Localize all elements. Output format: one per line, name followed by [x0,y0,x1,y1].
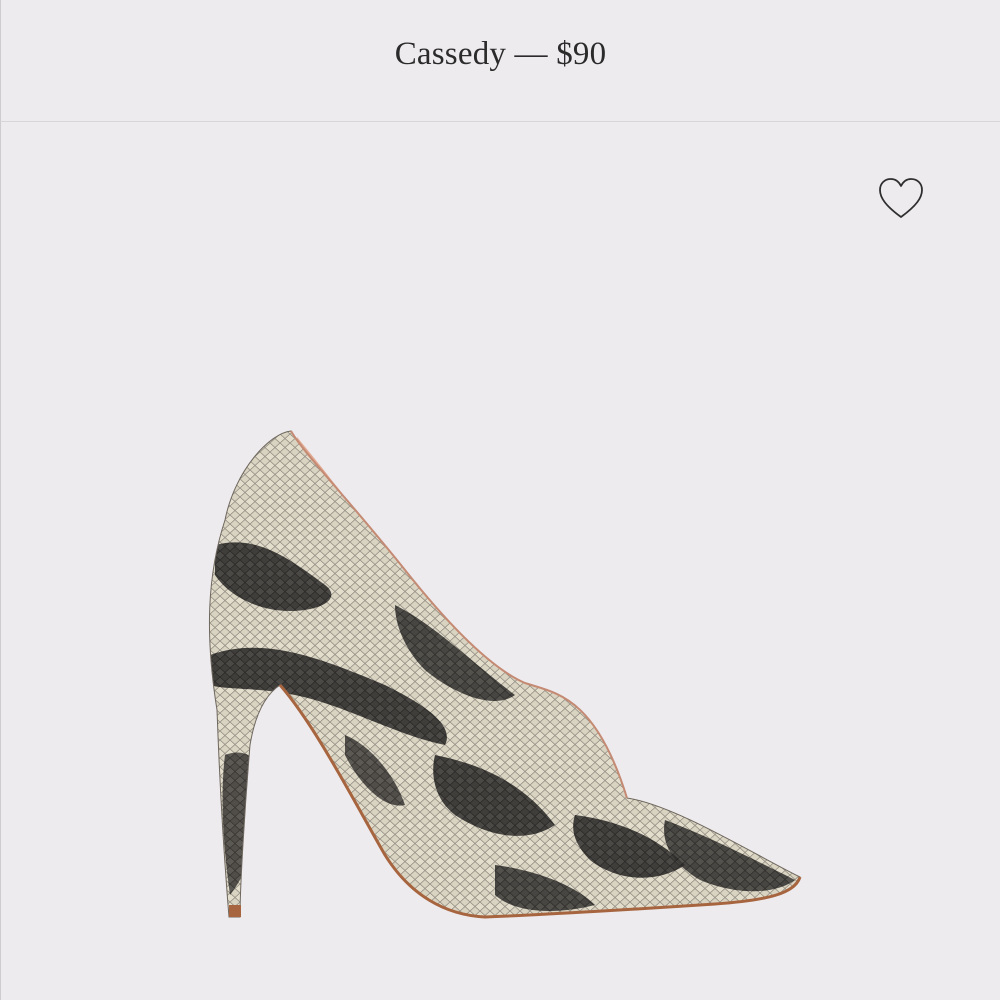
favorite-button[interactable] [876,176,926,222]
product-header: Cassedy — $90 [0,0,1000,122]
left-divider [0,0,1,1000]
product-page: Cassedy — $90 [0,0,1000,1000]
product-image [208,430,802,919]
product-title-price: Cassedy — $90 [394,36,607,72]
heart-outline-icon [879,178,923,218]
